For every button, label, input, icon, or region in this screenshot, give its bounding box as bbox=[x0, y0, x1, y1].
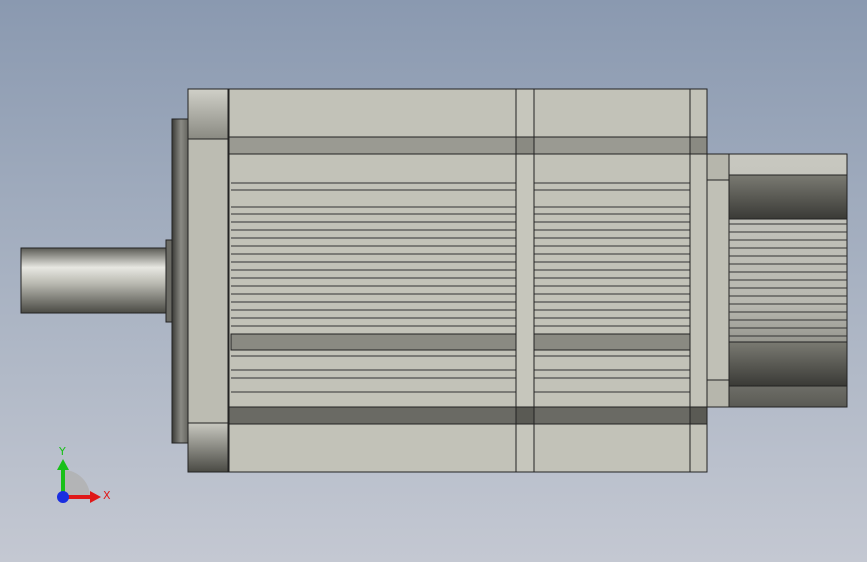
3d-viewport[interactable]: Y X bbox=[0, 0, 867, 562]
stator-housing[interactable] bbox=[228, 88, 708, 473]
fin-recess bbox=[230, 333, 517, 351]
fin-recess bbox=[533, 333, 691, 351]
orientation-triad: Y X bbox=[57, 445, 111, 503]
rear-end-cap[interactable] bbox=[689, 88, 708, 473]
x-axis-label: X bbox=[103, 489, 111, 502]
middle-ring[interactable] bbox=[515, 88, 535, 473]
output-shaft[interactable] bbox=[20, 239, 175, 323]
z-axis-dot bbox=[57, 491, 69, 503]
y-axis-label: Y bbox=[58, 445, 66, 458]
front-flange-plate[interactable] bbox=[187, 88, 231, 473]
front-pilot-flange[interactable] bbox=[171, 118, 191, 444]
